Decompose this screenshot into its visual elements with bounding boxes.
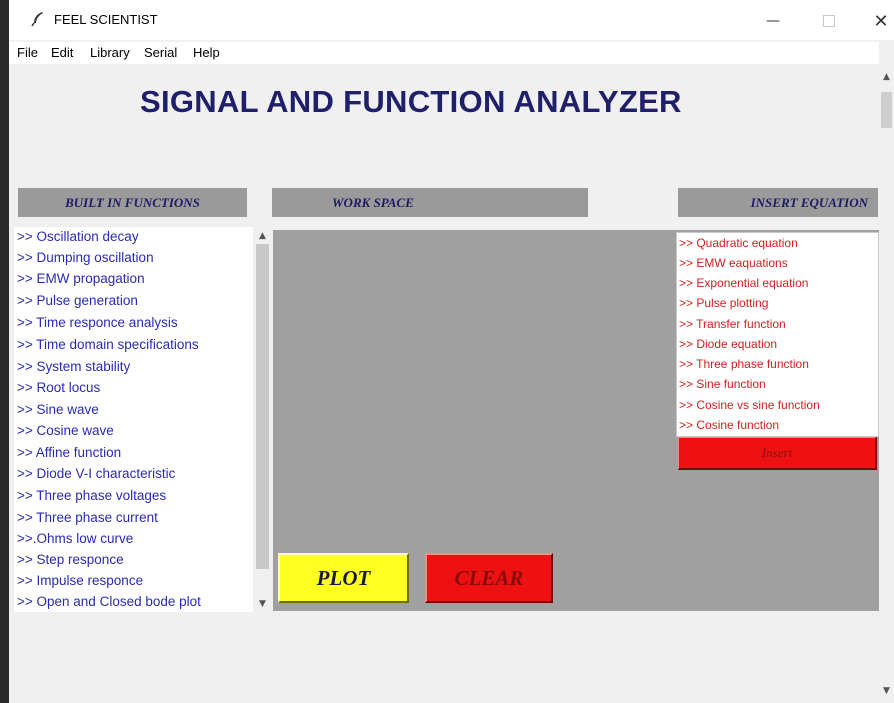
list-item[interactable]: >> Three phase current (17, 510, 158, 525)
menu-bar: File Edit Library Serial Help (9, 42, 879, 64)
list-item[interactable]: >> Pulse plotting (679, 296, 768, 310)
insert-button[interactable]: Insert (678, 437, 877, 470)
list-item[interactable]: >> Impulse responce (17, 573, 143, 588)
list-item[interactable]: >> Time domain specifications (17, 337, 199, 352)
list-item[interactable]: >> System stability (17, 359, 130, 374)
builtin-functions-header: BUILT IN FUNCTIONS (18, 188, 247, 217)
insert-equation-list[interactable]: >> Quadratic equation >> EMW eaquations … (676, 232, 879, 437)
list-item[interactable]: >> Three phase function (679, 357, 809, 371)
plot-button[interactable]: PLOT (278, 553, 409, 603)
list-item[interactable]: >> Open and Closed bode plot (17, 594, 201, 609)
window-left-border (0, 0, 9, 703)
scrollbar-thumb[interactable] (256, 244, 269, 569)
feather-icon (31, 12, 43, 27)
workspace-header: WORK SPACE (272, 188, 588, 217)
menu-help[interactable]: Help (193, 45, 220, 60)
main-scroll-down-icon[interactable]: ▼ (879, 684, 894, 698)
clear-button[interactable]: CLEAR (425, 553, 553, 603)
scroll-up-icon[interactable]: ▲ (254, 229, 271, 243)
list-item[interactable]: >> Affine function (17, 445, 121, 460)
list-item[interactable]: >> EMW eaquations (679, 256, 788, 270)
builtin-functions-list[interactable]: >> Oscillation decay >> Dumping oscillat… (14, 227, 253, 612)
minimize-icon: — (766, 13, 780, 29)
menu-file[interactable]: File (17, 45, 38, 60)
menu-serial[interactable]: Serial (144, 45, 177, 60)
list-item[interactable]: >> Diode equation (679, 337, 777, 351)
close-button[interactable]: ✕ (861, 8, 894, 34)
list-item[interactable]: >> Oscillation decay (17, 229, 139, 244)
main-scrollbar[interactable]: ▲ ▼ (879, 64, 894, 703)
page-title: SIGNAL AND FUNCTION ANALYZER (140, 84, 682, 119)
list-item[interactable]: >> Cosine vs sine function (679, 398, 820, 412)
minimize-button[interactable]: — (753, 8, 793, 34)
list-item[interactable]: >> EMW propagation (17, 271, 145, 286)
list-item[interactable]: >> Dumping oscillation (17, 250, 154, 265)
menu-edit[interactable]: Edit (51, 45, 73, 60)
list-item[interactable]: >> Exponential equation (679, 276, 808, 290)
list-item[interactable]: >> Root locus (17, 380, 100, 395)
maximize-icon (823, 15, 835, 27)
title-bar[interactable]: FEEL SCIENTIST — ✕ (9, 0, 894, 40)
list-item[interactable]: >> Step responce (17, 552, 124, 567)
list-item[interactable]: >> Cosine function (679, 418, 779, 432)
app-window: FEEL SCIENTIST — ✕ File Edit Library Ser… (0, 0, 894, 703)
menu-library[interactable]: Library (90, 45, 130, 60)
list-item[interactable]: >> Quadratic equation (679, 236, 798, 250)
list-item[interactable]: >> Pulse generation (17, 293, 138, 308)
list-item[interactable]: >> Transfer function (679, 317, 786, 331)
main-scroll-up-icon[interactable]: ▲ (879, 70, 894, 84)
list-item[interactable]: >> Three phase voltages (17, 488, 166, 503)
maximize-button[interactable] (809, 8, 849, 34)
list-item[interactable]: >> Sine function (679, 377, 766, 391)
scroll-down-icon[interactable]: ▼ (254, 597, 271, 611)
insert-equation-header: INSERT EQUATION (678, 188, 878, 217)
list-item[interactable]: >> Cosine wave (17, 423, 114, 438)
main-scrollbar-thumb[interactable] (881, 92, 892, 128)
window-title: FEEL SCIENTIST (54, 12, 158, 27)
close-icon: ✕ (873, 10, 889, 32)
list-item[interactable]: >> Sine wave (17, 402, 99, 417)
builtin-list-scrollbar[interactable]: ▲ ▼ (254, 227, 271, 612)
list-item[interactable]: >> Time responce analysis (17, 315, 178, 330)
list-item[interactable]: >> Diode V-I characteristic (17, 466, 175, 481)
list-item[interactable]: >>.Ohms low curve (17, 531, 133, 546)
